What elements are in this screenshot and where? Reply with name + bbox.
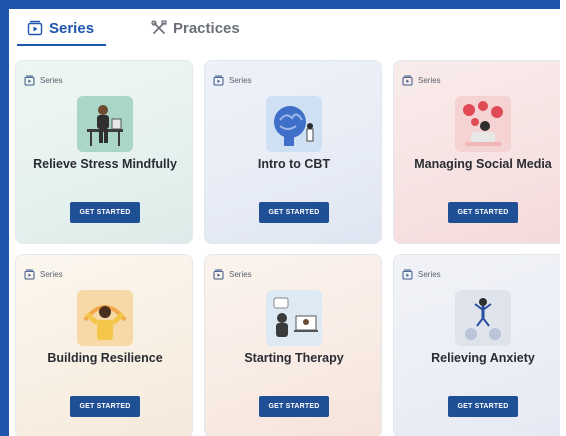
get-started-button[interactable]: GET STARTED: [70, 202, 140, 223]
tab-bar: Series Practices: [17, 10, 557, 46]
card-title: Relieve Stress Mindfully: [33, 157, 177, 171]
series-card[interactable]: Series Managing Social Media GET STARTED: [393, 60, 566, 244]
top-border: [0, 0, 566, 9]
card-title: Relieving Anxiety: [431, 351, 535, 365]
badge-label: Series: [418, 270, 441, 279]
app-frame: Series Practices Series Relieve Stress M…: [0, 0, 566, 436]
series-icon: [402, 75, 413, 86]
get-started-button[interactable]: GET STARTED: [448, 396, 518, 417]
series-badge: Series: [24, 269, 63, 280]
card-title: Starting Therapy: [244, 351, 344, 365]
get-started-button[interactable]: GET STARTED: [70, 396, 140, 417]
series-icon: [402, 269, 413, 280]
tab-practices-label: Practices: [173, 19, 240, 37]
card-title: Building Resilience: [47, 351, 163, 365]
series-icon: [27, 20, 43, 36]
get-started-button[interactable]: GET STARTED: [259, 396, 329, 417]
series-icon: [24, 269, 35, 280]
series-icon: [213, 75, 224, 86]
series-badge: Series: [213, 75, 252, 86]
series-card[interactable]: Series Intro to CBT GET STARTED: [204, 60, 382, 244]
jumping-person-illustration: [455, 290, 511, 346]
series-badge: Series: [402, 75, 441, 86]
series-card[interactable]: Series Relieving Anxiety GET STARTED: [393, 254, 566, 436]
social-media-illustration: [455, 96, 511, 152]
tab-practices[interactable]: Practices: [151, 10, 261, 46]
series-icon: [24, 75, 35, 86]
therapy-session-illustration: [266, 290, 322, 346]
series-badge: Series: [402, 269, 441, 280]
badge-label: Series: [40, 76, 63, 85]
badge-label: Series: [40, 270, 63, 279]
right-edge: [560, 0, 566, 436]
series-card[interactable]: Series Starting Therapy GET STARTED: [204, 254, 382, 436]
series-badge: Series: [24, 75, 63, 86]
left-border: [0, 0, 9, 436]
card-title: Managing Social Media: [414, 157, 552, 171]
tab-series-label: Series: [49, 19, 95, 37]
badge-label: Series: [418, 76, 441, 85]
get-started-button[interactable]: GET STARTED: [448, 202, 518, 223]
get-started-button[interactable]: GET STARTED: [259, 202, 329, 223]
series-badge: Series: [213, 269, 252, 280]
brain-illustration: [266, 96, 322, 152]
badge-label: Series: [229, 76, 252, 85]
series-card[interactable]: Series Building Resilience GET STARTED: [15, 254, 193, 436]
card-title: Intro to CBT: [257, 157, 331, 171]
series-card[interactable]: Series Relieve Stress Mindfully GET STAR…: [15, 60, 193, 244]
tab-series[interactable]: Series: [17, 10, 106, 46]
series-icon: [213, 269, 224, 280]
strong-person-illustration: [77, 290, 133, 346]
person-at-desk-illustration: [77, 96, 133, 152]
active-tab-indicator: [17, 44, 106, 46]
tools-icon: [151, 20, 167, 36]
badge-label: Series: [229, 270, 252, 279]
